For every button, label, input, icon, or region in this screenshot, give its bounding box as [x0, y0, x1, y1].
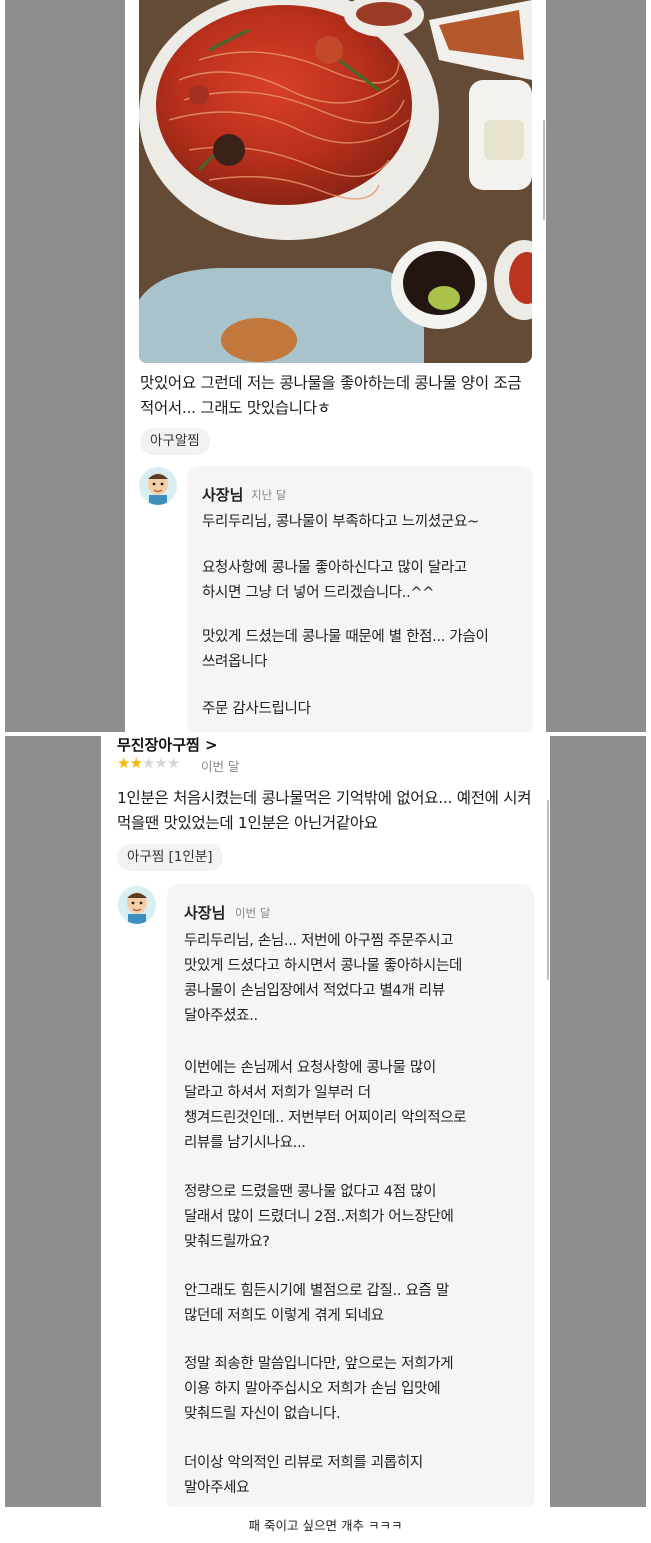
gray-border-left-top — [5, 0, 125, 732]
scroll-indicator-top — [543, 120, 545, 220]
reply-paragraph: 이번에는 손님께서 요청사항에 콩나물 많이 달라고 하셔서 저희가 일부러 더… — [184, 1060, 467, 1151]
caption-text: 패 죽이고 싶으면 개추 ㅋㅋㅋ — [248, 1518, 403, 1533]
reply-paragraph: 정량으로 드렸을땐 콩나물 없다고 4점 많이 달래서 많이 드렸더니 2점..… — [184, 1184, 454, 1250]
owner-reply-time: 지난 달 — [251, 488, 287, 502]
reply-paragraph: 더이상 악의적인 리뷰로 저희를 괴롭히지 말아주세요 — [184, 1455, 423, 1496]
gray-border-right-bottom — [550, 736, 646, 1507]
reply-paragraph: 맛있게 드셨는데 콩나물 때문에 별 한점... 가슴이 쓰려옵니다 — [202, 629, 489, 670]
reply-paragraph: 주문 감사드립니다 — [202, 701, 311, 717]
review-time: 이번 달 — [201, 759, 240, 774]
gray-border-left-bottom — [5, 736, 101, 1507]
product-title-link[interactable]: 무진장아구찜 > — [117, 736, 218, 755]
review-panel-top: 맛있어요 그런데 저는 콩나물을 좋아하는데 콩나물 양이 조금 적어서... … — [125, 0, 546, 732]
review-text-top: 맛있어요 그런데 저는 콩나물을 좋아하는데 콩나물 양이 조금 적어서... … — [140, 374, 522, 417]
reply-paragraph: 정말 죄송한 말씀입니다만, 앞으로는 저희가게 이용 하지 말아주십시오 저희… — [184, 1356, 454, 1422]
gray-border-right-top — [546, 0, 646, 732]
reply-paragraph: 두리두리님, 손님... 저번에 아구찜 주문주시고 맛있게 드셨다고 하시면서… — [184, 933, 463, 1024]
owner-reply-bubble-top: 사장님 지난 달 두리두리님, 콩나물이 부족하다고 느끼셨군요~ 요청사항에 … — [187, 466, 533, 732]
star-icon: ★ — [117, 754, 130, 772]
owner-reply-time: 이번 달 — [235, 906, 271, 920]
owner-name: 사장님 — [184, 904, 226, 922]
star-rating: ★★★★★ — [117, 754, 180, 772]
review-text-bottom: 1인분은 처음시켰는데 콩나물먹은 기억밖에 없어요... 예전에 시켜먹을땐 … — [117, 789, 532, 832]
review-panel-bottom: 무진장아구찜 > ★★★★★ 이번 달 1인분은 처음시켰는데 콩나물먹은 기억… — [101, 736, 550, 1507]
reply-paragraph: 두리두리님, 콩나물이 부족하다고 느끼셨군요~ — [202, 514, 479, 530]
owner-avatar-top — [139, 467, 177, 505]
food-photo[interactable] — [139, 0, 532, 363]
menu-chip-top[interactable]: 아구알찜 — [140, 428, 210, 455]
owner-reply-bubble-bottom: 사장님 이번 달 두리두리님, 손님... 저번에 아구찜 주문주시고 맛있게 … — [167, 884, 534, 1507]
star-icon: ★ — [166, 754, 180, 772]
reply-paragraph: 요청사항에 콩나물 좋아하신다고 많이 달라고 하시면 그냥 더 넣어 드리겠습… — [202, 560, 467, 601]
star-icon: ★ — [141, 754, 155, 772]
star-icon: ★ — [154, 754, 167, 772]
star-icon: ★ — [129, 754, 142, 772]
owner-name: 사장님 — [202, 486, 244, 504]
owner-avatar-bottom — [118, 886, 156, 924]
scroll-indicator-bottom — [547, 800, 549, 980]
reply-paragraph: 안그래도 힘든시기에 별점으로 갑질.. 요즘 말 많던데 저희도 이렇게 겪게… — [184, 1283, 449, 1324]
menu-chip-bottom[interactable]: 아구찜 [1인분] — [117, 844, 223, 871]
